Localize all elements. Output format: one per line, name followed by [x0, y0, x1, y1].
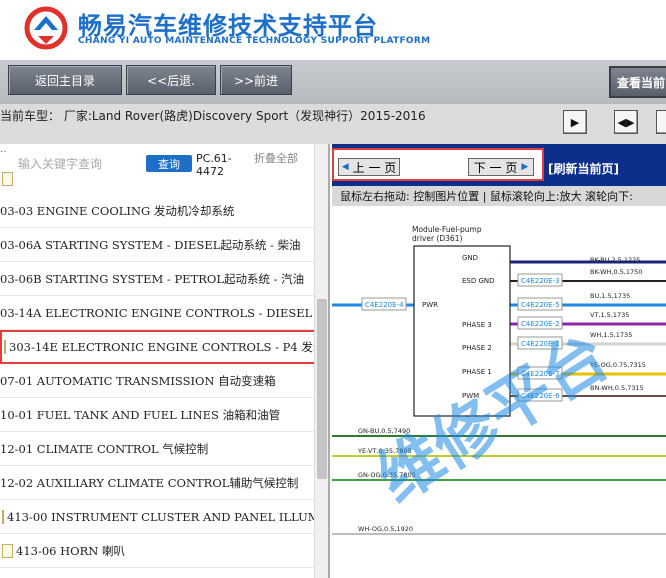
left-connector-label: C4E220E-4: [365, 301, 404, 309]
right-connector-label: C4E220E-3: [521, 277, 560, 285]
list-item[interactable]: 03-06A STARTING SYSTEM - DIESEL起动系统 - 柴油: [0, 228, 314, 262]
pin-label: PHASE 3: [462, 321, 492, 329]
wire-label: GN-OG,0.35,7805: [358, 471, 416, 479]
wire-label: GN-BU,0.5,7490: [358, 427, 410, 435]
app-subtitle: CHANG YI AUTO MAINTENANCE TECHNOLOGY SUP…: [78, 36, 431, 46]
search-row: ‥ 输入关键字查询 查询 PC.61-4472 折叠全部: [0, 144, 314, 190]
home-button[interactable]: 返回主目录: [8, 65, 122, 95]
list-item[interactable]: 303-14E ELECTRONIC ENGINE CONTROLS - P4 …: [0, 330, 326, 364]
module-name: Module-Fuel-pump: [412, 225, 482, 234]
right-connector-label: C4E220E-6: [521, 392, 560, 400]
list-item-label: 303-14E ELECTRONIC ENGINE CONTROLS - P4 …: [9, 340, 325, 354]
diagram-viewer: ◀ 上 一 页 下 一 页 ▶ [刷新当前页] 鼠标左右拖动: 控制图片位置 | 鼠…: [332, 144, 666, 578]
pin-label: PWM: [462, 392, 479, 400]
right-connector-label: C4E220E-2: [521, 320, 560, 328]
wiring-diagram[interactable]: Module-Fuel-pump driver (D361) GND ESD GN…: [332, 206, 666, 578]
module-name-line2: driver (D361): [412, 234, 462, 243]
list-item[interactable]: 07-01 AUTOMATIC TRANSMISSION 自动变速箱: [0, 364, 314, 398]
list-item-label: 03-03 ENGINE COOLING 发动机冷却系统: [0, 203, 235, 218]
pin-label: ESD GND: [462, 277, 495, 285]
wire-label: YE-VT,0.35,7805: [357, 447, 412, 455]
list-item-label: 12-01 CLIMATE CONTROL 气候控制: [0, 441, 209, 456]
collapse-all-button[interactable]: 折叠全部: [254, 152, 298, 165]
document-tree-panel: ‥ 输入关键字查询 查询 PC.61-4472 折叠全部 03-03 ENGIN…: [0, 144, 330, 578]
toolbar: 返回主目录 <<后退. >>前进 查看当前: [0, 60, 666, 104]
wire-label: BK-WH,0.5,1750: [590, 268, 642, 276]
wire-label: WH-OG,0.5,1920: [358, 525, 413, 533]
wire-label: BU,1.5,1735: [590, 292, 630, 300]
info-bar: 当前车型： 厂家:Land Rover(路虎)Discovery Sport（发…: [0, 104, 666, 144]
list-item-label: 413-00 INSTRUMENT CLUSTER AND PANEL ILLU…: [7, 509, 314, 524]
list-item-label: 12-02 AUXILIARY CLIMATE CONTROL辅助气候控制: [0, 475, 299, 490]
list-item[interactable]: 03-14A ELECTRONIC ENGINE CONTROLS - DIES…: [0, 296, 314, 330]
forward-button[interactable]: >>前进: [220, 65, 292, 95]
list-item[interactable]: 12-01 CLIMATE CONTROL 气候控制: [0, 432, 314, 466]
pin-label: GND: [462, 254, 478, 262]
list-item[interactable]: 03-03 ENGINE COOLING 发动机冷却系统: [0, 194, 314, 228]
pin-label: PHASE 2: [462, 344, 492, 352]
list-item[interactable]: 10-01 FUEL TANK AND FUEL LINES 油箱和油管: [0, 398, 314, 432]
wire-label: BK-BU,2.5,1225: [590, 256, 640, 264]
refresh-link[interactable]: [刷新当前页]: [548, 160, 619, 177]
logo-icon: [24, 6, 68, 50]
document-icon: [2, 543, 13, 558]
document-icon: [4, 340, 6, 354]
list-item[interactable]: 413-06 HORN 喇叭: [0, 534, 314, 568]
next-page-button[interactable]: 下 一 页 ▶: [468, 158, 534, 176]
split-view-icon[interactable]: ◀▶: [614, 110, 638, 134]
list-item-label: 07-01 AUTOMATIC TRANSMISSION 自动变速箱: [0, 373, 276, 388]
list-item[interactable]: 12-02 AUXILIARY CLIMATE CONTROL辅助气候控制: [0, 466, 314, 500]
right-connector-label: C4E220E-7: [521, 370, 560, 378]
wire-label: VT,1.5,1735: [590, 311, 629, 319]
scrollbar-thumb[interactable]: [317, 299, 327, 479]
next-arrow-icon: ▶: [521, 162, 529, 172]
document-icon: [2, 172, 13, 186]
panel-toggle-icon[interactable]: [656, 110, 666, 134]
vertical-scrollbar[interactable]: [314, 144, 328, 578]
list-item-label: 03-14A ELECTRONIC ENGINE CONTROLS - DIES…: [0, 305, 314, 320]
back-button[interactable]: <<后退.: [126, 65, 216, 95]
wire-label: YE-OG,0.75,7315: [589, 361, 646, 369]
pin-label: PHASE 1: [462, 368, 492, 376]
list-item-label: 03-06B STARTING SYSTEM - PETROL起动系统 - 汽油: [0, 271, 305, 286]
pc-code: PC.61-4472: [196, 152, 232, 178]
list-item[interactable]: 03-06B STARTING SYSTEM - PETROL起动系统 - 汽油: [0, 262, 314, 296]
ellipsis-icon: ‥: [0, 144, 7, 155]
right-connector-label: C4E220E-1: [521, 340, 560, 348]
prev-arrow-icon: ◀: [341, 162, 349, 172]
expand-right-icon[interactable]: ▶: [563, 110, 587, 134]
search-button[interactable]: 查询: [146, 155, 192, 172]
document-icon: [2, 509, 4, 524]
list-item-label: 413-06 HORN 喇叭: [16, 543, 125, 558]
wire-label: BN-WH,0.5,7315: [590, 384, 644, 392]
list-item[interactable]: 413-00 INSTRUMENT CLUSTER AND PANEL ILLU…: [0, 500, 314, 534]
module-box: [413, 245, 511, 417]
wire-label: WH,1.5,1735: [590, 331, 632, 339]
pager: ◀ 上 一 页 下 一 页 ▶: [332, 148, 544, 181]
current-vehicle: 当前车型： 厂家:Land Rover(路虎)Discovery Sport（发…: [0, 109, 426, 123]
pin-label: PWR: [422, 301, 438, 309]
list-item-label: 10-01 FUEL TANK AND FUEL LINES 油箱和油管: [0, 407, 281, 422]
app-header: 畅易汽车维修技术支持平台 CHANG YI AUTO MAINTENANCE T…: [0, 0, 666, 60]
prev-page-button[interactable]: ◀ 上 一 页: [338, 158, 400, 176]
right-connector-label: C4E220E-5: [521, 301, 560, 309]
usage-hint: 鼠标左右拖动: 控制图片位置 | 鼠标滚轮向上:放大 滚轮向下:: [332, 186, 666, 206]
search-input[interactable]: 输入关键字查询: [18, 155, 102, 172]
wiring-diagram-svg: Module-Fuel-pump driver (D361) GND ESD GN…: [332, 225, 666, 535]
view-current-button[interactable]: 查看当前: [609, 66, 666, 98]
list-item-label: 03-06A STARTING SYSTEM - DIESEL起动系统 - 柴油: [0, 237, 301, 252]
